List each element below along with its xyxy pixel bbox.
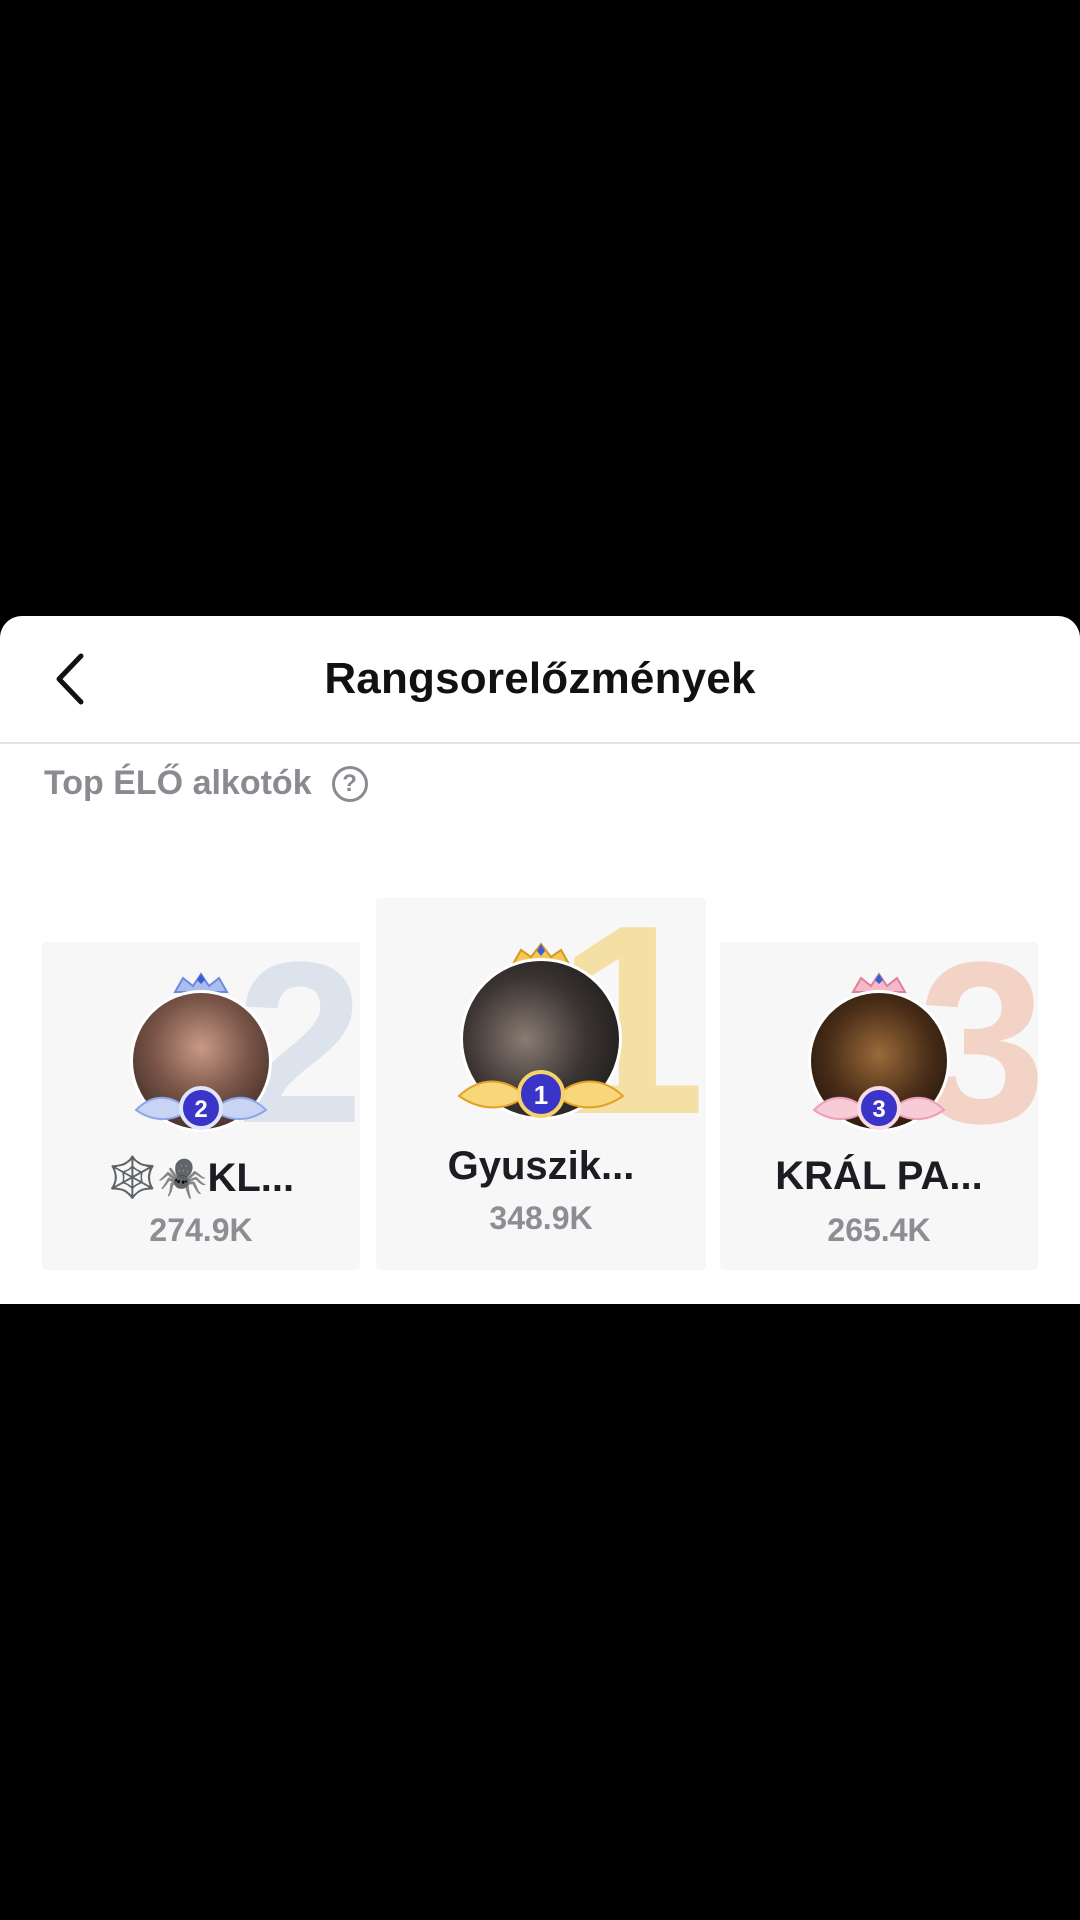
leaderboard-card-rank-2[interactable]: 2 2 🕸️🕷️KL... 274.9K	[42, 942, 360, 1270]
creator-score: 348.9K	[489, 1200, 593, 1236]
creator-name-text: KL...	[207, 1156, 295, 1200]
svg-text:1: 1	[534, 1080, 548, 1110]
leaderboard-card-rank-3[interactable]: 3 3 KRÁL PA... 265.4K	[720, 942, 1038, 1270]
svg-text:2: 2	[194, 1096, 207, 1123]
question-circle-icon[interactable]: ?	[331, 765, 368, 802]
header-bar: Rangsorelőzmények	[0, 616, 1080, 744]
avatar-frame: 2	[111, 972, 291, 1152]
page-title: Rangsorelőzmények	[324, 654, 756, 703]
avatar-frame: 3	[789, 972, 969, 1152]
rank-badge-icon: 1	[457, 1070, 625, 1118]
name-emoji-prefix: 🕸️🕷️	[107, 1156, 208, 1200]
rank-badge-icon: 3	[812, 1086, 946, 1130]
ranking-history-sheet: Rangsorelőzmények Top ÉLŐ alkotók ? 2 2 …	[0, 616, 1080, 1304]
creator-name: Gyuszik...	[447, 1144, 635, 1188]
creator-score: 274.9K	[149, 1212, 253, 1248]
rank-badge-icon: 2	[134, 1086, 268, 1130]
section-header: Top ÉLŐ alkotók ?	[44, 764, 368, 803]
avatar-frame: 1	[441, 942, 641, 1142]
creator-score: 265.4K	[827, 1212, 931, 1248]
creator-name: 🕸️🕷️KL...	[42, 1154, 360, 1201]
leaderboard-card-rank-1[interactable]: 1 1 Gyuszik... 348.9K	[376, 898, 706, 1270]
svg-text:3: 3	[872, 1096, 885, 1123]
creator-name: KRÁL PA...	[775, 1154, 983, 1198]
section-title: Top ÉLŐ alkotók	[44, 764, 312, 802]
